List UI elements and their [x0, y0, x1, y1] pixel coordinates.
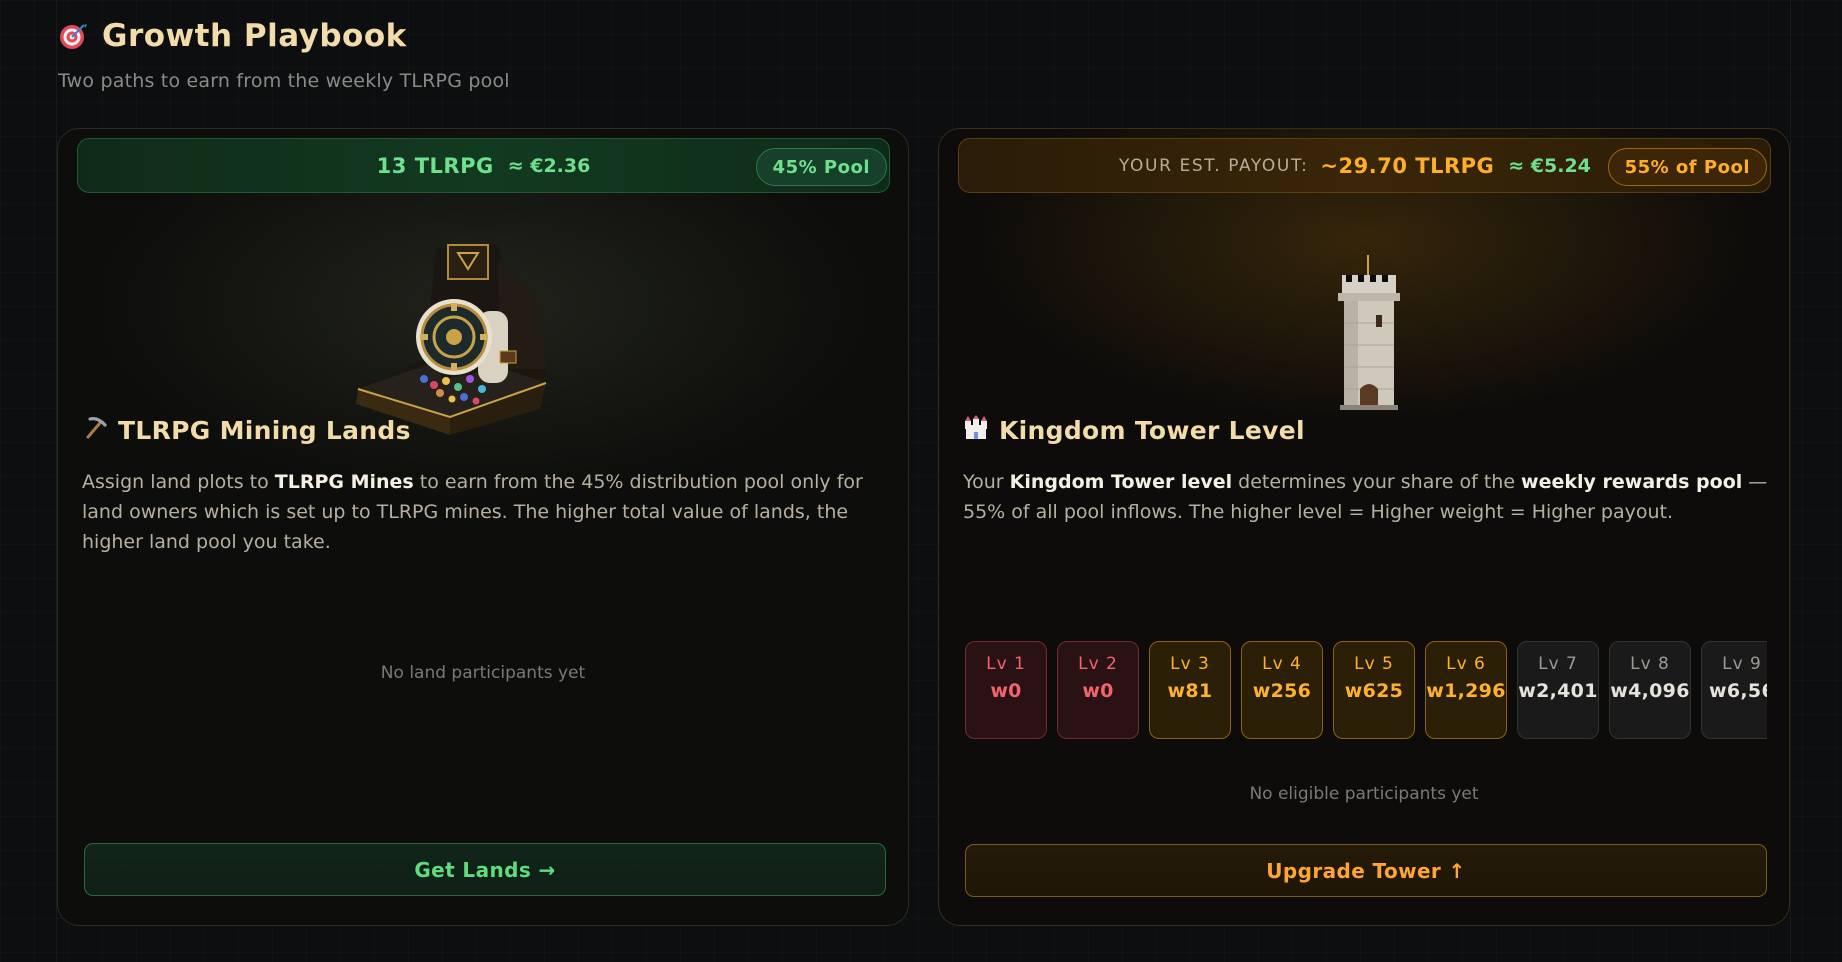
tower-level-chip: Lv 6 w1,296 [1425, 641, 1507, 739]
tower-level-chip: Lv 5 w625 [1333, 641, 1415, 739]
land-description: Assign land plots to TLRPG Mines to earn… [82, 467, 888, 557]
land-pool-amount: 13 TLRPG [376, 153, 494, 178]
tower-level-weight: w4,096 [1610, 680, 1690, 702]
kingdom-tower-card: YOUR EST. PAYOUT: ~29.70 TLRPG ≈ €5.24 5… [938, 128, 1790, 926]
land-card-title: TLRPG Mining Lands [118, 415, 411, 445]
target-icon [58, 21, 88, 51]
tower-payout-banner: YOUR EST. PAYOUT: ~29.70 TLRPG ≈ €5.24 5… [958, 138, 1771, 193]
tower-level-name: Lv 2 [1078, 654, 1118, 674]
page-title: Growth Playbook [102, 18, 407, 54]
tower-level-chip: Lv 7 w2,401 [1517, 641, 1599, 739]
tower-card-title: Kingdom Tower Level [999, 415, 1305, 445]
land-pool-banner: 13 TLRPG ≈ €2.36 45% Pool [77, 138, 890, 193]
tower-level-weight: w2,401 [1518, 680, 1598, 702]
tower-title-row: Kingdom Tower Level [963, 415, 1305, 445]
tower-desc-bold-1: Kingdom Tower level [1009, 471, 1233, 493]
tower-level-name: Lv 4 [1262, 654, 1302, 674]
page-subtitle: Two paths to earn from the weekly TLRPG … [58, 70, 510, 92]
title-row: Growth Playbook [58, 18, 510, 54]
tower-payout-fiat: ≈ €5.24 [1508, 154, 1591, 177]
tower-pool-badge: 55% of Pool [1607, 148, 1767, 186]
mining-lands-card: 13 TLRPG ≈ €2.36 45% Pool TLRPG Mining L… [57, 128, 909, 926]
castle-tower-icon [1324, 253, 1414, 417]
castle-icon [963, 415, 989, 445]
tower-level-chip: Lv 1 w0 [965, 641, 1047, 739]
tower-desc-text-2: determines your share of the [1232, 471, 1522, 493]
tower-level-strip[interactable]: Lv 1 w0 Lv 2 w0 Lv 3 w81 Lv 4 w256 Lv 5 w625 Lv 6 w… [965, 641, 1767, 741]
pickaxe-icon [82, 415, 108, 445]
tower-level-chip: Lv 8 w4,096 [1609, 641, 1691, 739]
land-desc-bold-1: TLRPG Mines [274, 471, 414, 493]
tower-level-weight: w0 [1082, 680, 1114, 702]
upgrade-tower-button[interactable]: Upgrade Tower ↑ [965, 844, 1767, 897]
land-title-row: TLRPG Mining Lands [82, 415, 411, 445]
tower-level-name: Lv 3 [1170, 654, 1210, 674]
tower-level-weight: w1,296 [1426, 680, 1506, 702]
page-header: Growth Playbook Two paths to earn from t… [58, 18, 510, 92]
tower-payout-amount: ~29.70 TLRPG [1320, 153, 1495, 178]
tower-desc-bold-2: weekly rewards pool [1521, 471, 1743, 493]
page-guide-right [1790, 0, 1791, 962]
tower-level-chip: Lv 4 w256 [1241, 641, 1323, 739]
tower-level-name: Lv 9 [1722, 654, 1762, 674]
payout-label: YOUR EST. PAYOUT: [1119, 155, 1309, 176]
tower-level-weight: w625 [1344, 680, 1404, 702]
tower-level-weight: w256 [1252, 680, 1312, 702]
land-pool-fiat: ≈ €2.36 [507, 154, 591, 177]
tower-level-chip: Lv 3 w81 [1149, 641, 1231, 739]
tower-level-weight: w6,56 [1709, 680, 1767, 702]
tower-description: Your Kingdom Tower level determines your… [963, 467, 1769, 527]
tower-level-chip: Lv 2 w0 [1057, 641, 1139, 739]
tower-level-weight: w81 [1167, 680, 1213, 702]
land-pool-badge: 45% Pool [755, 148, 887, 186]
tower-desc-text-1: Your [963, 471, 1010, 493]
land-empty-message: No land participants yet [380, 663, 586, 683]
tower-empty-message: No eligible participants yet [1249, 784, 1479, 804]
tower-level-weight: w0 [990, 680, 1022, 702]
tower-level-name: Lv 6 [1446, 654, 1486, 674]
tower-level-name: Lv 1 [986, 654, 1026, 674]
land-desc-text-1: Assign land plots to [82, 471, 275, 493]
tower-level-name: Lv 8 [1630, 654, 1670, 674]
tower-level-name: Lv 7 [1538, 654, 1578, 674]
mining-land-icon [350, 239, 576, 443]
tower-level-name: Lv 5 [1354, 654, 1394, 674]
tower-level-chip: Lv 9 w6,56 [1701, 641, 1767, 739]
get-lands-button[interactable]: Get Lands → [84, 843, 886, 896]
